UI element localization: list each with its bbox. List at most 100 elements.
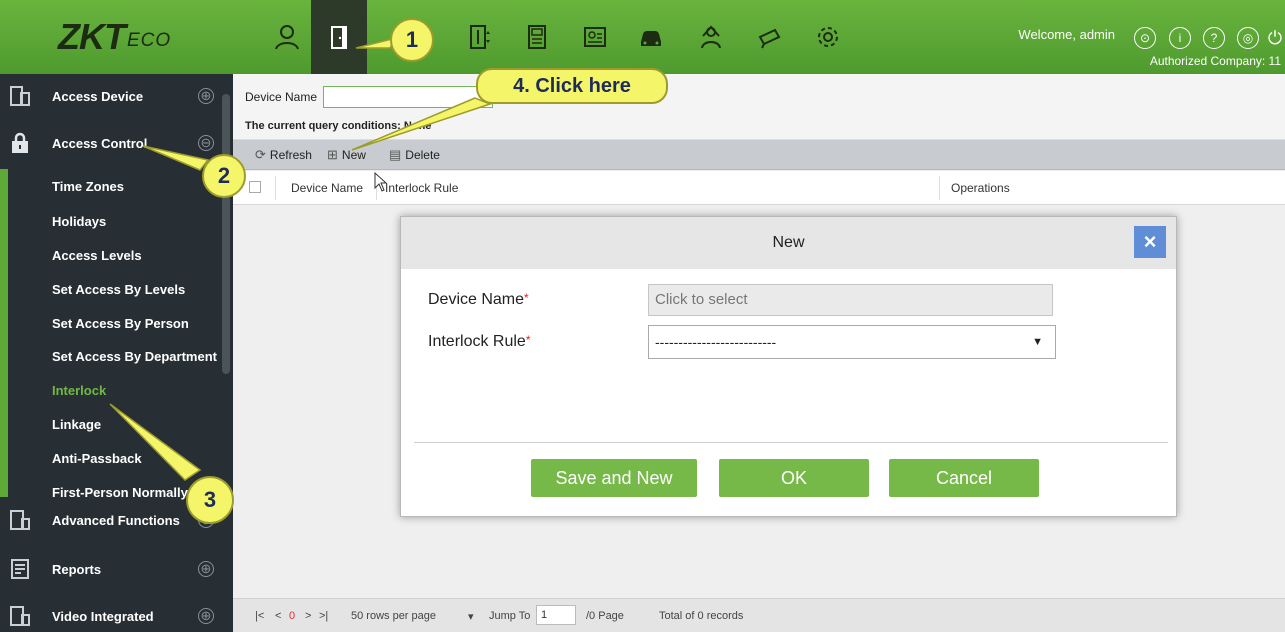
interlock-rule-field-label: Interlock Rule* bbox=[428, 333, 531, 351]
total-records-text: Total of 0 records bbox=[659, 610, 744, 622]
advanced-functions-icon bbox=[10, 510, 30, 530]
interlock-rule-label-text: Interlock Rule bbox=[428, 333, 526, 350]
page-total-text: /0 Page bbox=[586, 610, 624, 622]
account-icon[interactable]: ◎ bbox=[1237, 27, 1259, 49]
lock-icon bbox=[12, 132, 28, 153]
sidebar-section-video-integrated[interactable]: Video Integrated ⊕ bbox=[0, 594, 233, 632]
save-and-new-button[interactable]: Save and New bbox=[531, 459, 697, 497]
column-divider bbox=[939, 176, 940, 200]
dialog-title: New bbox=[772, 234, 805, 251]
power-icon[interactable]: ⏻ bbox=[1264, 27, 1285, 49]
sidebar-section-label: Access Control bbox=[52, 135, 148, 151]
logo-sub-text: ECO bbox=[126, 30, 172, 51]
device-name-filter-input[interactable] bbox=[323, 86, 493, 108]
mouse-cursor-icon bbox=[374, 172, 388, 192]
required-marker: * bbox=[524, 291, 529, 305]
elevator-module-icon[interactable] bbox=[452, 0, 508, 74]
jump-to-label: Jump To bbox=[489, 610, 531, 622]
device-name-label-text: Device Name bbox=[428, 291, 525, 308]
expand-icon[interactable]: ⊕ bbox=[198, 88, 214, 104]
pagination-bar: |< < 0 > >| 50 rows per page ▾ Jump To 1… bbox=[233, 598, 1285, 632]
last-page-button[interactable]: >| bbox=[319, 610, 328, 622]
dialog-header: New × bbox=[401, 217, 1176, 269]
attendance-module-icon[interactable] bbox=[509, 0, 565, 74]
new-button[interactable]: ⊞ New bbox=[327, 147, 366, 163]
close-icon[interactable]: × bbox=[1134, 226, 1166, 258]
delete-button[interactable]: ▤ Delete bbox=[389, 147, 440, 163]
current-page-number: 0 bbox=[289, 610, 296, 622]
top-bar: ZKT ECO Welcome, admin ⊙ i ? ◎ ⏻ Authori… bbox=[0, 0, 1285, 74]
personnel-module-icon[interactable] bbox=[259, 0, 315, 74]
first-page-button[interactable]: |< bbox=[255, 610, 264, 622]
sidebar-item-set-access-by-person[interactable]: Set Access By Person bbox=[52, 316, 189, 331]
sidebar-section-reports[interactable]: Reports ⊕ bbox=[0, 547, 233, 591]
refresh-icon: ⟳ bbox=[255, 147, 266, 162]
device-name-selector[interactable]: Click to select bbox=[648, 284, 1053, 316]
sidebar-section-label: Reports bbox=[52, 561, 102, 577]
parking-module-icon[interactable] bbox=[623, 0, 679, 74]
next-page-button[interactable]: > bbox=[305, 610, 311, 622]
sidebar-active-accent bbox=[0, 169, 8, 497]
sidebar-section-access-control[interactable]: Access Control ⊖ bbox=[0, 121, 233, 165]
select-all-checkbox[interactable] bbox=[249, 181, 261, 193]
jump-to-input[interactable]: 1 bbox=[536, 605, 576, 625]
callout-3: 3 bbox=[186, 476, 234, 524]
sidebar: Access Device ⊕ Access Control ⊖ Time Zo… bbox=[0, 74, 233, 632]
authorized-company-text: Authorized Company: 11 bbox=[1149, 54, 1281, 68]
cancel-button[interactable]: Cancel bbox=[889, 459, 1039, 497]
sidebar-item-access-levels[interactable]: Access Levels bbox=[52, 248, 142, 263]
delete-label: Delete bbox=[405, 148, 440, 162]
sidebar-section-access-device[interactable]: Access Device ⊕ bbox=[0, 74, 233, 118]
rows-per-page-select[interactable]: 50 rows per page bbox=[351, 610, 436, 622]
sidebar-item-time-zones[interactable]: Time Zones bbox=[52, 179, 124, 194]
sidebar-item-set-access-by-levels[interactable]: Set Access By Levels bbox=[52, 282, 185, 297]
access-device-icon bbox=[10, 86, 30, 106]
rows-per-page-dropdown-icon[interactable]: ▾ bbox=[468, 610, 474, 623]
callout-4: 4. Click here bbox=[476, 68, 668, 104]
column-divider bbox=[275, 176, 276, 200]
callout-1: 1 bbox=[390, 18, 434, 62]
sidebar-section-label: Advanced Functions bbox=[52, 512, 180, 528]
column-operations[interactable]: Operations bbox=[951, 181, 1010, 195]
new-interlock-dialog: New × Device Name* Click to select Inter… bbox=[400, 216, 1177, 517]
toolbar: ⟳ Refresh ⊞ New ▤ Delete bbox=[233, 140, 1285, 170]
sidebar-item-interlock[interactable]: Interlock bbox=[52, 383, 106, 398]
sidebar-item-linkage[interactable]: Linkage bbox=[52, 417, 101, 432]
sidebar-section-label: Access Device bbox=[52, 88, 144, 104]
ok-button[interactable]: OK bbox=[719, 459, 869, 497]
reports-icon bbox=[11, 559, 29, 579]
sidebar-section-label: Video Integrated bbox=[52, 608, 154, 624]
camera-module-icon[interactable] bbox=[742, 0, 798, 74]
required-marker: * bbox=[525, 333, 531, 347]
sidebar-item-holidays[interactable]: Holidays bbox=[52, 214, 106, 229]
settings-module-icon[interactable] bbox=[800, 0, 856, 74]
refresh-button[interactable]: ⟳ Refresh bbox=[255, 147, 312, 163]
refresh-label: Refresh bbox=[269, 148, 312, 162]
collapse-icon[interactable]: ⊖ bbox=[198, 135, 214, 151]
column-interlock-rule[interactable]: Interlock Rule bbox=[385, 181, 458, 195]
device-name-filter-label: Device Name bbox=[245, 90, 318, 104]
access-door-module-icon[interactable] bbox=[311, 0, 367, 74]
prev-page-button[interactable]: < bbox=[275, 610, 281, 622]
video-integrated-icon bbox=[10, 606, 30, 626]
filter-panel: Device Name The current query conditions… bbox=[233, 74, 1285, 140]
visitor-module-icon[interactable] bbox=[567, 0, 623, 74]
interlock-rule-select[interactable]: -------------------------- ▼ bbox=[648, 325, 1056, 359]
help-icon[interactable]: ? bbox=[1203, 27, 1225, 49]
query-condition-text: The current query conditions: None bbox=[245, 120, 432, 132]
patrol-module-icon[interactable] bbox=[683, 0, 739, 74]
interlock-rule-value: -------------------------- bbox=[655, 334, 777, 350]
expand-icon[interactable]: ⊕ bbox=[198, 608, 214, 624]
user-circle-icon[interactable]: ⊙ bbox=[1134, 27, 1156, 49]
expand-icon[interactable]: ⊕ bbox=[198, 561, 214, 577]
welcome-text: Welcome, admin bbox=[1018, 27, 1115, 42]
sidebar-item-anti-passback[interactable]: Anti-Passback bbox=[52, 451, 142, 466]
dropdown-arrow-icon: ▼ bbox=[1032, 336, 1043, 348]
app-window: ZKT ECO Welcome, admin ⊙ i ? ◎ ⏻ Authori… bbox=[0, 0, 1285, 632]
column-device-name[interactable]: Device Name bbox=[291, 181, 363, 195]
info-icon[interactable]: i bbox=[1169, 27, 1191, 49]
zkteco-logo: ZKT ECO bbox=[0, 0, 233, 74]
new-icon: ⊞ bbox=[327, 147, 338, 162]
sidebar-item-set-access-by-department[interactable]: Set Access By Department bbox=[52, 349, 217, 364]
callout-2: 2 bbox=[202, 154, 246, 198]
